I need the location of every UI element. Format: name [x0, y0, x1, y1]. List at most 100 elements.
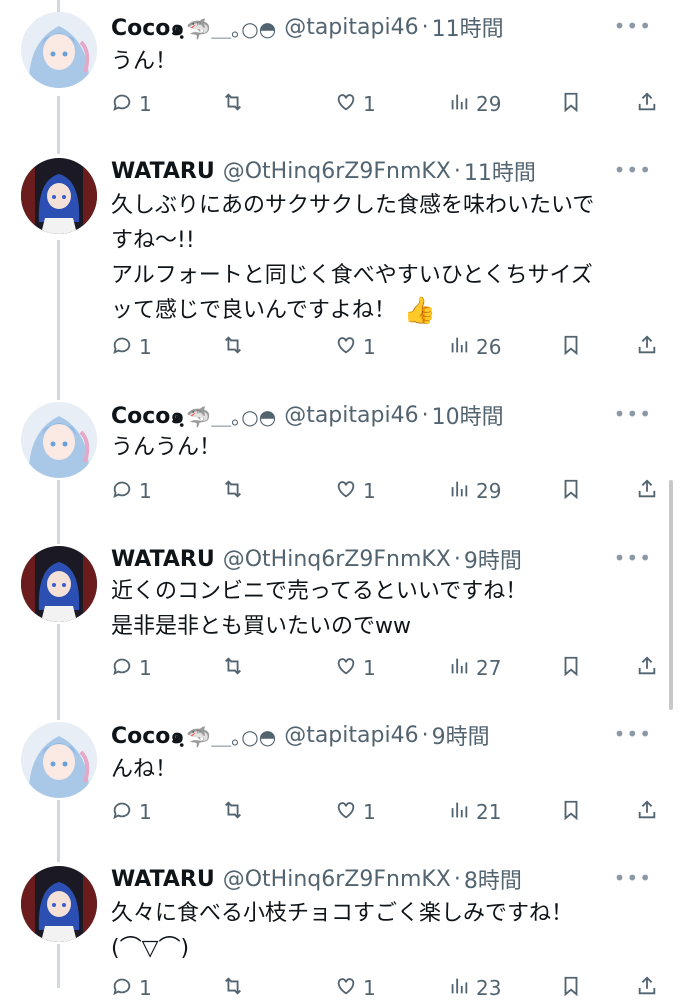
tweet-actions: 1 1 27 — [0, 652, 680, 684]
retweet-button[interactable] — [222, 88, 250, 120]
retweet-button[interactable] — [222, 331, 250, 363]
views-button[interactable]: 21 — [448, 796, 501, 828]
bookmark-button[interactable] — [560, 652, 582, 684]
retweet-button[interactable] — [222, 475, 250, 507]
reply-count: 1 — [139, 92, 152, 116]
display-name[interactable]: Coco๑ฺ — [111, 10, 184, 45]
reply-button[interactable]: 1 — [111, 972, 152, 1004]
bookmark-button[interactable] — [560, 331, 582, 363]
user-handle[interactable]: @tapitapi46 — [284, 723, 418, 748]
tweet-actions: 1 1 23 — [0, 972, 680, 1004]
more-options-icon[interactable]: ••• — [614, 14, 652, 38]
retweet-icon — [222, 91, 244, 118]
display-name[interactable]: WATARU — [111, 159, 215, 184]
timestamp[interactable]: 11時間 — [432, 11, 504, 43]
tweet-text-content: 久々に食べる小枝チョコすごく楽しみですね！ (⌒▽⌒) — [111, 901, 574, 961]
more-options-icon[interactable]: ••• — [614, 402, 652, 426]
thread-line — [57, 240, 60, 400]
timestamp[interactable]: 8時間 — [464, 863, 522, 895]
reply-button[interactable]: 1 — [111, 331, 152, 363]
avatar[interactable] — [21, 866, 97, 942]
views-button[interactable]: 29 — [448, 88, 501, 120]
share-icon — [636, 975, 658, 1002]
retweet-button[interactable] — [222, 972, 250, 1004]
more-options-icon[interactable]: ••• — [614, 722, 652, 746]
tweet-header: Coco๑ฺ 🦈＿｡○◓ @tapitapi46 · 11時間 — [111, 10, 504, 44]
bookmark-button[interactable] — [560, 972, 582, 1004]
bookmark-icon — [560, 799, 582, 826]
like-count: 1 — [363, 335, 376, 359]
separator-dot: · — [453, 546, 461, 572]
reply-button[interactable]: 1 — [111, 652, 152, 684]
timestamp[interactable]: 9時間 — [464, 543, 522, 575]
views-chart-icon — [448, 478, 470, 505]
reply-button[interactable]: 1 — [111, 88, 152, 120]
reply-icon — [111, 799, 133, 826]
separator-dot: · — [421, 722, 429, 748]
more-options-icon[interactable]: ••• — [614, 546, 652, 570]
like-count: 1 — [363, 656, 376, 680]
tweet-actions: 1 1 29 — [0, 475, 680, 507]
share-button[interactable] — [636, 796, 658, 828]
retweet-icon — [222, 334, 244, 361]
views-button[interactable]: 29 — [448, 475, 501, 507]
like-button[interactable]: 1 — [335, 475, 376, 507]
like-button[interactable]: 1 — [335, 88, 376, 120]
like-button[interactable]: 1 — [335, 331, 376, 363]
share-icon — [636, 334, 658, 361]
retweet-icon — [222, 478, 244, 505]
views-chart-icon — [448, 655, 470, 682]
tweet-text: うん！ — [111, 44, 651, 79]
bookmark-icon — [560, 975, 582, 1002]
like-button[interactable]: 1 — [335, 796, 376, 828]
more-options-icon[interactable]: ••• — [614, 866, 652, 890]
reply-count: 1 — [139, 656, 152, 680]
avatar[interactable] — [21, 722, 97, 798]
display-name[interactable]: Coco๑ฺ — [111, 718, 184, 753]
heart-icon — [335, 655, 357, 682]
avatar[interactable] — [21, 158, 97, 234]
separator-dot: · — [421, 402, 429, 428]
like-button[interactable]: 1 — [335, 972, 376, 1004]
reply-icon — [111, 334, 133, 361]
display-name[interactable]: Coco๑ฺ — [111, 398, 184, 433]
reply-button[interactable]: 1 — [111, 796, 152, 828]
bookmark-button[interactable] — [560, 475, 582, 507]
bookmark-button[interactable] — [560, 88, 582, 120]
views-button[interactable]: 27 — [448, 652, 501, 684]
avatar[interactable] — [21, 12, 97, 88]
display-name[interactable]: WATARU — [111, 867, 215, 892]
share-icon — [636, 655, 658, 682]
user-handle[interactable]: @tapitapi46 — [284, 15, 418, 40]
more-options-icon[interactable]: ••• — [614, 158, 652, 182]
timestamp[interactable]: 11時間 — [464, 155, 536, 187]
user-handle[interactable]: @tapitapi46 — [284, 403, 418, 428]
reply-button[interactable]: 1 — [111, 475, 152, 507]
like-button[interactable]: 1 — [335, 652, 376, 684]
retweet-button[interactable] — [222, 796, 250, 828]
timestamp[interactable]: 9時間 — [432, 719, 490, 751]
retweet-icon — [222, 799, 244, 826]
timestamp[interactable]: 10時間 — [432, 399, 504, 431]
bookmark-button[interactable] — [560, 796, 582, 828]
retweet-button[interactable] — [222, 652, 250, 684]
like-count: 1 — [363, 800, 376, 824]
share-button[interactable] — [636, 88, 658, 120]
display-name[interactable]: WATARU — [111, 547, 215, 572]
share-button[interactable] — [636, 475, 658, 507]
tweet-text: 近くのコンビニで売ってるといいですね！ 是非是非とも買いたいのでww — [111, 574, 651, 644]
user-handle[interactable]: @OtHinq6rZ9FnmKX — [223, 867, 451, 892]
user-handle[interactable]: @OtHinq6rZ9FnmKX — [223, 547, 451, 572]
views-chart-icon — [448, 334, 470, 361]
tweet-header: Coco๑ฺ 🦈＿｡○◓ @tapitapi46 · 10時間 — [111, 398, 504, 432]
share-button[interactable] — [636, 972, 658, 1004]
share-button[interactable] — [636, 331, 658, 363]
views-button[interactable]: 23 — [448, 972, 501, 1004]
scrollbar[interactable] — [669, 480, 673, 710]
views-count: 23 — [476, 976, 502, 1000]
views-button[interactable]: 26 — [448, 331, 501, 363]
avatar[interactable] — [21, 546, 97, 622]
user-handle[interactable]: @OtHinq6rZ9FnmKX — [223, 159, 451, 184]
avatar[interactable] — [21, 402, 97, 478]
share-button[interactable] — [636, 652, 658, 684]
